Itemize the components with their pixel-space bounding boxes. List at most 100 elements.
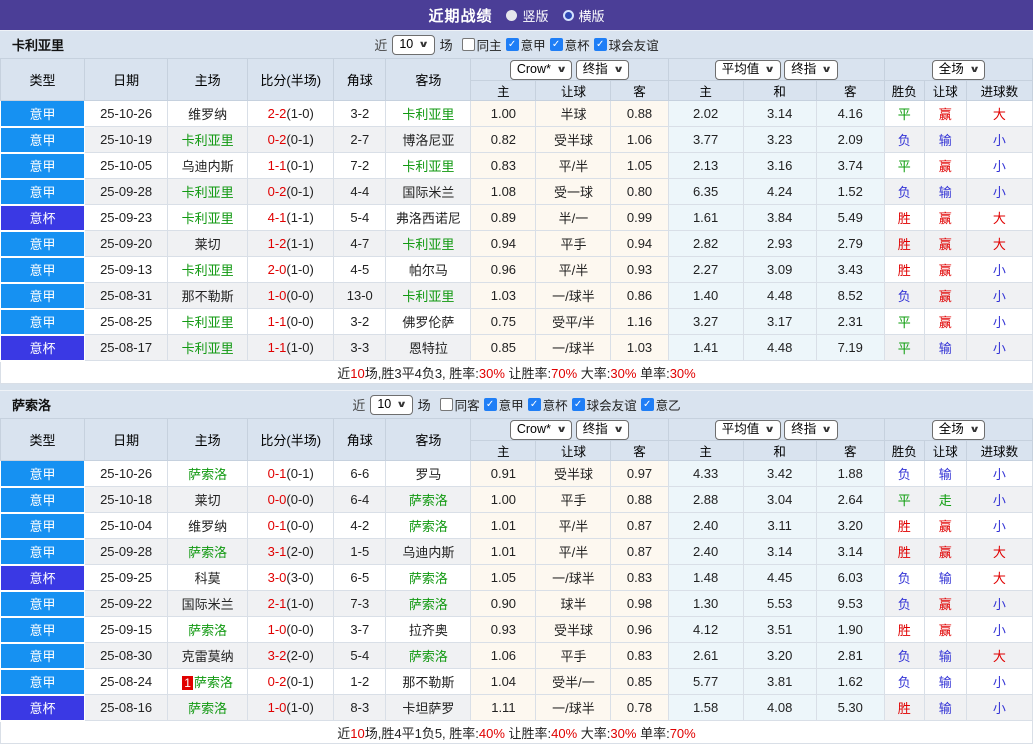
result-header-cell: 全场∨ (884, 419, 1032, 441)
home-team-name: 那不勒斯 (182, 289, 234, 304)
recent-results-page: 近期战绩 竖版 横版 卡利亚里 近 10 ∨ 场 同主✓意甲✓意杯✓球会友谊 (0, 0, 1033, 744)
cell-odds-handicap: 受半球 (536, 127, 611, 153)
filter-checkbox[interactable]: 同客 (440, 395, 480, 414)
halftime-score: (0-0) (286, 314, 313, 329)
cell-corners: 3-7 (334, 617, 386, 643)
chevron-down-icon: ∨ (556, 422, 567, 437)
fulltime-score: 1-0 (268, 622, 287, 637)
avg-provider-select[interactable]: 平均值∨ (715, 420, 781, 440)
fulltime-score: 3-0 (268, 570, 287, 585)
home-team-name: 萨索洛 (194, 675, 233, 690)
cell-home-team: 萨索洛 (168, 539, 248, 565)
cell-odds-home: 0.93 (471, 617, 536, 643)
cell-result-goals: 大 (966, 565, 1032, 591)
cell-odds-away: 0.96 (611, 617, 668, 643)
filter-checkbox[interactable]: 同主 (462, 35, 502, 54)
layout-radio-vertical[interactable]: 竖版 (506, 6, 548, 25)
col-away: 客场 (386, 59, 471, 101)
filter-checkbox[interactable]: ✓意杯 (528, 395, 568, 414)
checkbox-unchecked-icon[interactable] (440, 398, 453, 411)
cell-avg-draw: 5.53 (743, 591, 816, 617)
away-team-name: 卡坦萨罗 (402, 701, 454, 716)
cell-odds-away: 0.98 (611, 591, 668, 617)
cell-odds-home: 0.83 (471, 153, 536, 179)
cell-competition: 意杯 (1, 205, 85, 231)
cell-competition: 意杯 (1, 565, 85, 591)
checkbox-checked-icon[interactable]: ✓ (594, 38, 607, 51)
cell-competition: 意杯 (1, 335, 85, 361)
cell-competition: 意甲 (1, 669, 85, 695)
checkbox-checked-icon[interactable]: ✓ (484, 398, 497, 411)
cell-result-goals: 小 (966, 461, 1032, 487)
fulltime-score: 3-2 (268, 648, 287, 663)
filter-checkbox[interactable]: ✓球会友谊 (594, 35, 659, 54)
odds-provider-select[interactable]: Crow*∨ (510, 60, 572, 80)
col-odds-away: 客 (611, 81, 668, 101)
home-team-name: 萨索洛 (188, 623, 227, 638)
cell-home-team: 卡利亚里 (168, 127, 248, 153)
fulltime-score: 0-2 (268, 132, 287, 147)
col-result-handicap: 让球 (924, 81, 966, 101)
cell-away-team: 卡坦萨罗 (386, 695, 471, 721)
cell-result-handicap: 赢 (924, 101, 966, 127)
cell-odds-away: 0.80 (611, 179, 668, 205)
filter-checkbox-label: 意杯 (565, 35, 590, 54)
cell-score: 0-1(0-0) (248, 513, 334, 539)
odds-stage-select[interactable]: 终指∨ (576, 420, 629, 440)
fulltime-score: 1-2 (268, 236, 287, 251)
odds-provider-select[interactable]: Crow*∨ (510, 420, 572, 440)
cell-corners: 5-4 (334, 643, 386, 669)
cell-odds-away: 0.83 (611, 565, 668, 591)
recent-count-select[interactable]: 10 ∨ (392, 35, 434, 55)
avg-stage-select[interactable]: 终指∨ (784, 60, 837, 80)
cell-competition: 意杯 (1, 695, 85, 721)
cell-score: 1-0(1-0) (248, 695, 334, 721)
fulltime-score: 0-2 (268, 184, 287, 199)
cell-result-goals: 小 (966, 127, 1032, 153)
cell-result-goals: 大 (966, 231, 1032, 257)
checkbox-unchecked-icon[interactable] (462, 38, 475, 51)
home-team-name: 卡利亚里 (182, 341, 234, 356)
cell-result-handicap: 输 (924, 669, 966, 695)
avg-stage-select[interactable]: 终指∨ (784, 420, 837, 440)
filter-checkbox[interactable]: ✓意甲 (484, 395, 524, 414)
cell-home-team: 乌迪内斯 (168, 153, 248, 179)
avg-header-cell: 平均值∨ 终指∨ (668, 419, 884, 441)
col-corner: 角球 (334, 59, 386, 101)
checkbox-checked-icon[interactable]: ✓ (572, 398, 585, 411)
cell-result-goals: 小 (966, 617, 1032, 643)
filter-checkbox[interactable]: ✓球会友谊 (572, 395, 637, 414)
match-row: 意甲25-09-28卡利亚里0-2(0-1)4-4国际米兰1.08受一球0.80… (1, 179, 1033, 205)
summary-segment: 10 (350, 726, 364, 741)
filter-checkbox[interactable]: ✓意甲 (506, 35, 546, 54)
avg-provider-select[interactable]: 平均值∨ (715, 60, 781, 80)
cell-result-outcome: 负 (884, 461, 924, 487)
filter-checkbox[interactable]: ✓意杯 (550, 35, 590, 54)
team-name: 萨索洛 (12, 395, 51, 414)
summary-segment: 让胜率: (505, 366, 551, 381)
col-result-goals: 进球数 (966, 441, 1032, 461)
checkbox-checked-icon[interactable]: ✓ (550, 38, 563, 51)
cell-avg-home: 1.61 (668, 205, 743, 231)
scope-select[interactable]: 全场∨ (932, 420, 985, 440)
cell-home-team: 萨索洛 (168, 695, 248, 721)
team-name: 卡利亚里 (12, 35, 64, 54)
checkbox-checked-icon[interactable]: ✓ (506, 38, 519, 51)
cell-competition: 意甲 (1, 153, 85, 179)
halftime-score: (3-0) (286, 570, 313, 585)
cell-result-goals: 小 (966, 591, 1032, 617)
layout-radio-horizontal[interactable]: 横版 (563, 6, 605, 25)
filter-checkbox[interactable]: ✓意乙 (641, 395, 681, 414)
scope-select[interactable]: 全场∨ (932, 60, 985, 80)
cell-result-outcome: 负 (884, 179, 924, 205)
col-score: 比分(半场) (248, 419, 334, 461)
halftime-score: (0-0) (286, 288, 313, 303)
checkbox-checked-icon[interactable]: ✓ (641, 398, 654, 411)
recent-count-select[interactable]: 10 ∨ (370, 395, 412, 415)
cell-result-goals: 小 (966, 513, 1032, 539)
fulltime-score: 0-1 (268, 518, 287, 533)
away-team-name: 卡利亚里 (402, 107, 454, 122)
checkbox-checked-icon[interactable]: ✓ (528, 398, 541, 411)
cell-competition: 意甲 (1, 231, 85, 257)
odds-stage-select[interactable]: 终指∨ (576, 60, 629, 80)
